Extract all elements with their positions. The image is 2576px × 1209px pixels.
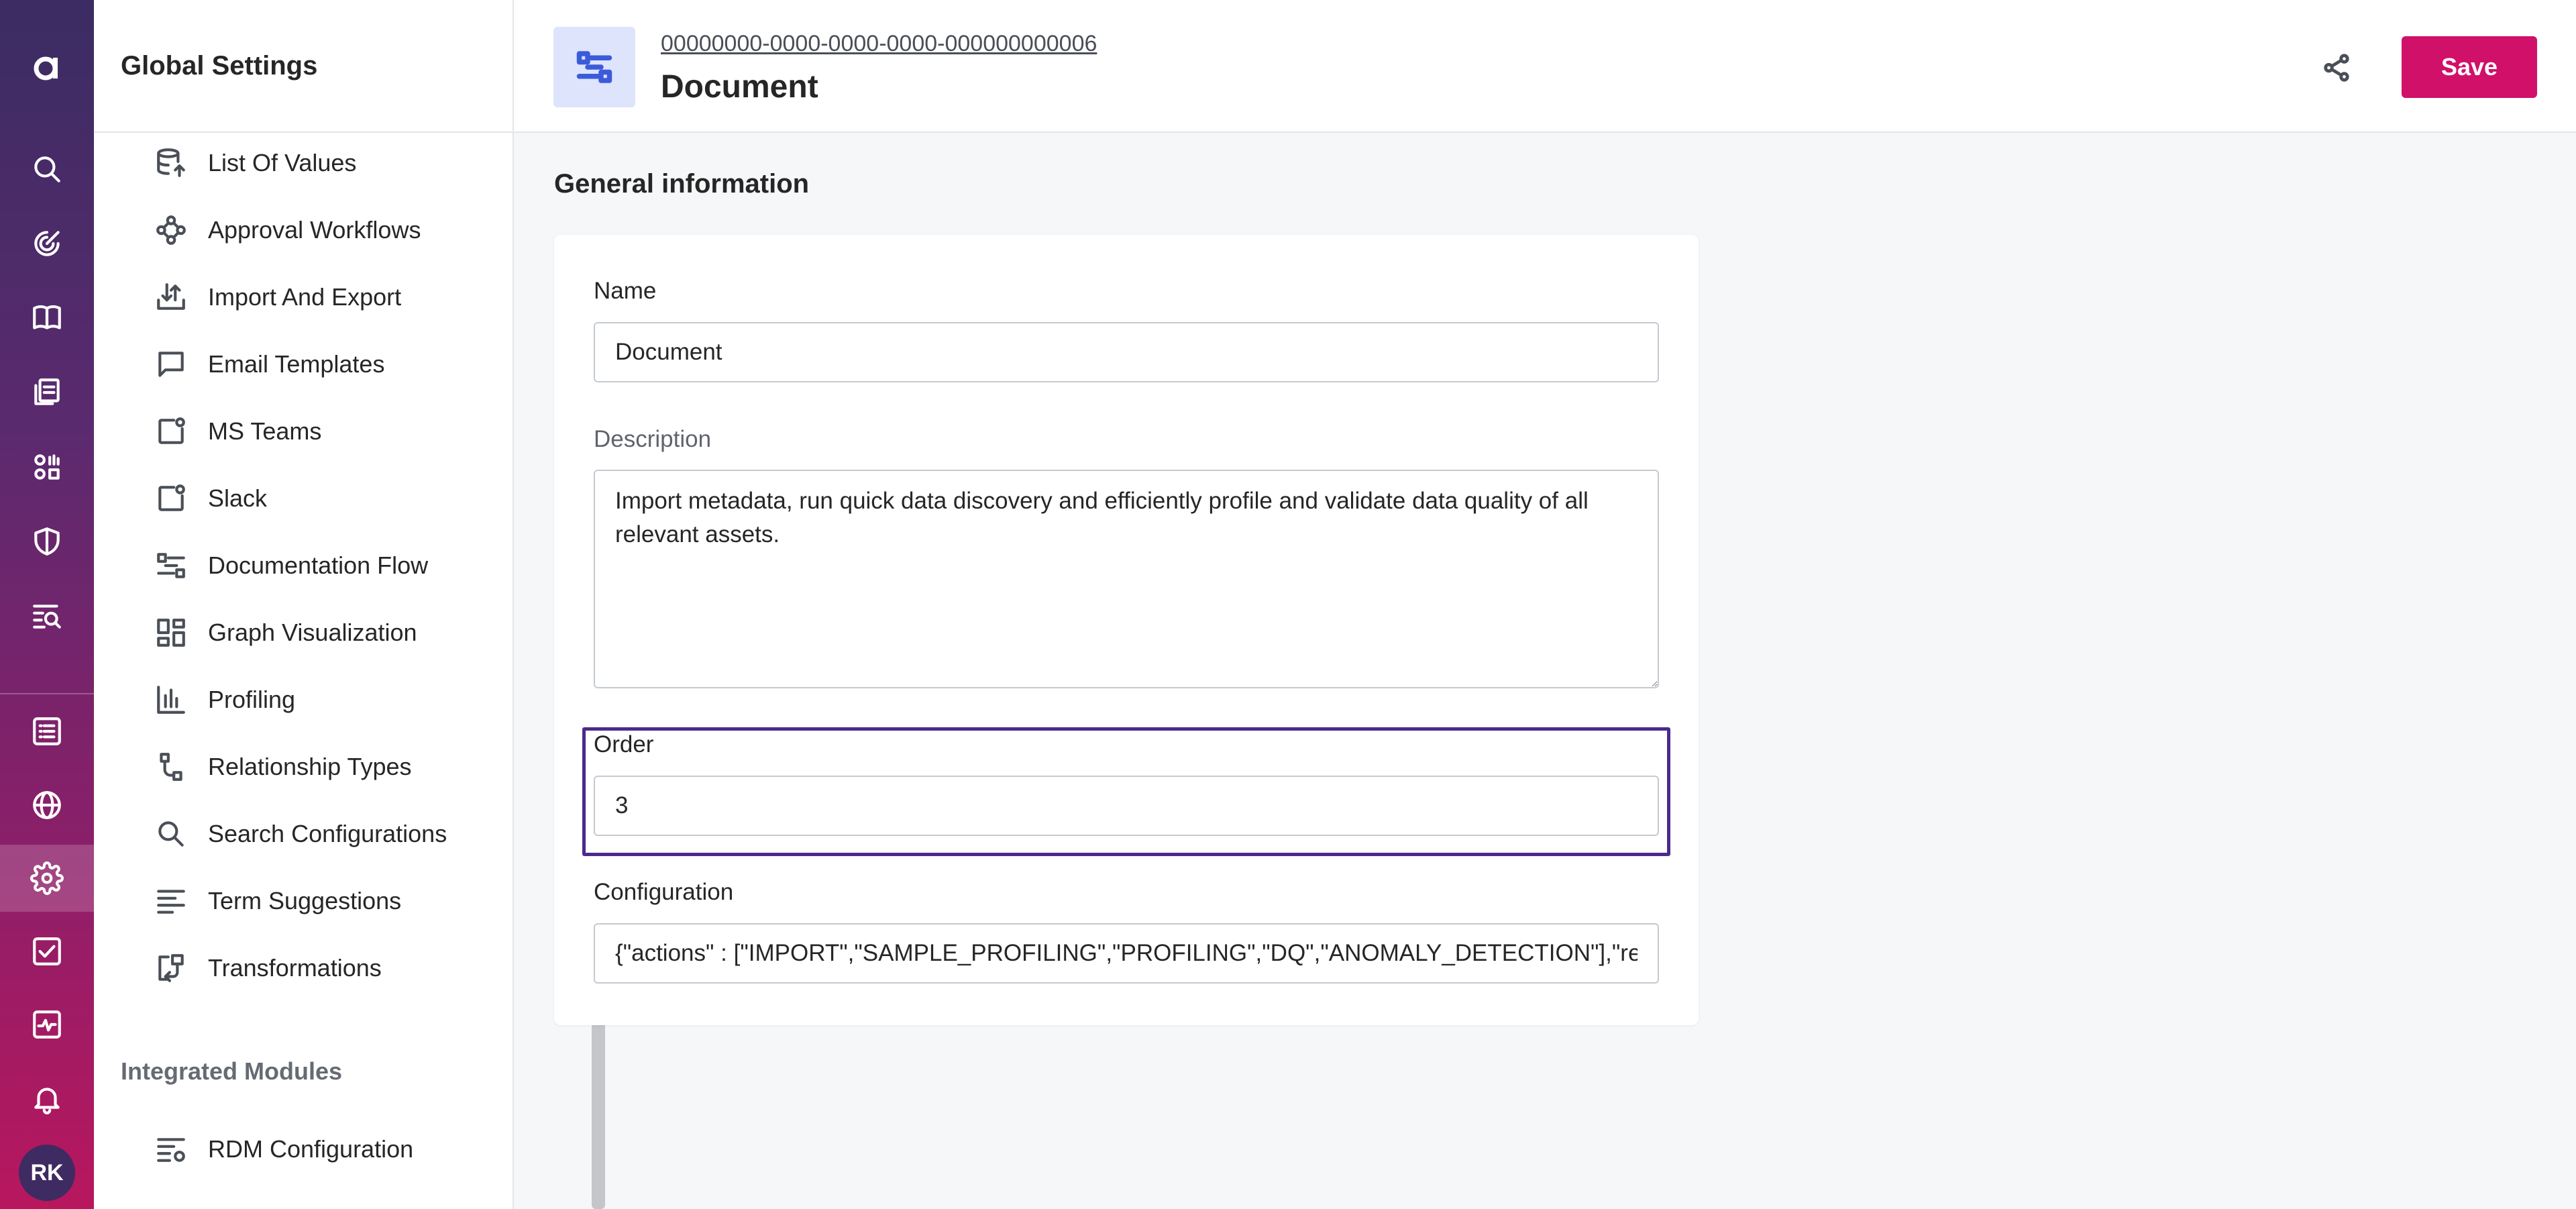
app-rail: RK [0,0,94,1209]
gear-icon[interactable] [0,845,94,912]
order-field[interactable] [594,776,1659,836]
grid-icon [157,619,185,647]
settings-sidebar: Global Settings List Of Values Approval … [94,0,605,1209]
book-icon[interactable] [0,284,94,352]
rail-divider [0,693,94,694]
sidebar-item-label: Term Suggestions [208,887,402,914]
sidebar-item-label: Relationship Types [208,753,412,780]
save-button[interactable]: Save [2402,36,2537,98]
database-icon [157,148,185,177]
logo-icon [34,56,58,81]
text-lines-icon [157,890,185,914]
sidebar-item-label: List Of Values [208,149,357,176]
record-id-link[interactable]: 00000000-0000-0000-0000-000000000006 [661,31,1097,57]
order-label: Order [594,731,654,757]
flow-icon [157,553,185,578]
configuration-field[interactable] [594,923,1659,984]
sidebar-title: Global Settings [121,51,318,81]
configuration-label: Configuration [594,879,734,905]
notification-box-icon [158,417,185,444]
monitor-icon[interactable] [0,991,94,1058]
integrated-modules-heading: Integrated Modules [121,1057,343,1085]
sidebar-item-profiling[interactable]: Profiling [154,670,295,730]
sidebar-item-import-and-export[interactable]: Import And Export [154,267,401,327]
sidebar-item-label: RDM Configuration [208,1135,414,1163]
search-icon[interactable] [0,136,94,203]
sidebar-item-list-of-values[interactable]: List Of Values [154,133,356,193]
sidebar-item-transformations[interactable]: Transformations [154,938,382,998]
sidebar-item-label: Search Configurations [208,820,447,847]
sidebar-item-documentation-flow[interactable]: Documentation Flow [154,535,428,596]
target-icon[interactable] [0,210,94,277]
share-button[interactable] [2313,44,2360,91]
sidebar-item-approval-workflows[interactable]: Approval Workflows [154,200,421,260]
share-icon [2324,54,2349,82]
description-field[interactable]: Import metadata, run quick data discover… [594,470,1659,688]
workflow-icon [156,215,186,245]
relationship-icon [160,753,182,781]
import-export-icon [157,283,185,310]
sidebar-item-label: Import And Export [208,283,402,311]
list-icon[interactable] [0,698,94,765]
sidebar-item-term-suggestions[interactable]: Term Suggestions [154,871,401,931]
name-field[interactable] [594,322,1659,382]
page-title: Document [661,69,818,105]
document-type-icon [553,27,635,107]
transform-icon [158,954,184,982]
sidebar-item-label: Profiling [208,686,296,713]
sidebar-item-search-configurations[interactable]: Search Configurations [154,804,447,864]
description-label: Description [594,426,712,452]
shield-icon[interactable] [0,508,94,575]
search-list-icon[interactable] [0,582,94,649]
section-title: General information [554,169,810,199]
sidebar-item-label: MS Teams [208,417,322,445]
sidebar-item-label: Transformations [208,954,382,982]
sidebar-item-label: Slack [208,484,268,512]
flow-icon [576,51,612,83]
sidebar-item-rdm-configuration[interactable]: RDM Configuration [154,1119,413,1179]
bell-icon[interactable] [0,1065,94,1133]
sidebar-item-label: Graph Visualization [208,619,417,646]
sidebar-item-email-templates[interactable]: Email Templates [154,334,384,395]
sidebar-item-slack[interactable]: Slack [154,468,267,529]
search-icon [158,821,184,847]
documents-icon[interactable] [0,359,94,426]
sidebar-item-label: Approval Workflows [208,216,421,244]
catalog-icon[interactable] [0,433,94,501]
list-settings-icon [157,1138,185,1162]
sidebar-header: Global Settings [94,0,513,133]
bar-chart-icon [157,686,185,714]
page-header: 00000000-0000-0000-0000-000000000006 Doc… [514,0,2576,133]
sidebar-item-relationship-types[interactable]: Relationship Types [154,737,412,797]
sidebar-item-ms-teams[interactable]: MS Teams [154,401,321,462]
globe-icon[interactable] [0,772,94,839]
app-logo[interactable] [0,34,94,101]
checkbox-icon[interactable] [0,918,94,985]
name-label: Name [594,278,657,304]
sidebar-item-label: Email Templates [208,350,385,378]
sidebar-item-graph-visualization[interactable]: Graph Visualization [154,602,417,663]
notification-box-icon [158,484,185,511]
avatar[interactable]: RK [19,1145,75,1201]
sidebar-item-label: Documentation Flow [208,551,429,579]
chat-icon [158,352,184,377]
